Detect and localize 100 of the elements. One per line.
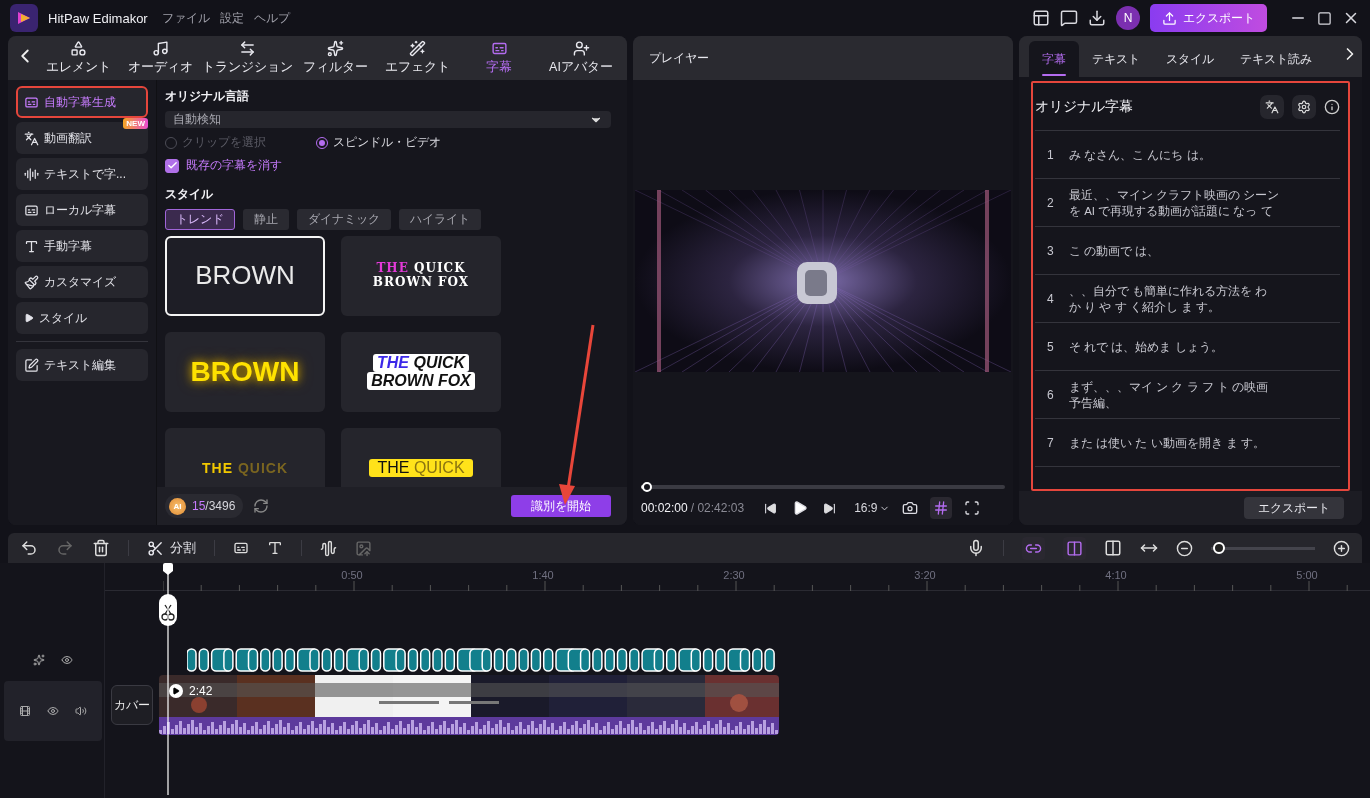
film-icon[interactable]	[19, 705, 31, 717]
aspect-ratio-dropdown[interactable]: 16:9	[854, 501, 891, 515]
settings-icon[interactable]	[1292, 94, 1316, 119]
export-button[interactable]: エクスポート	[1150, 4, 1267, 32]
feedback-icon[interactable]	[1060, 9, 1078, 27]
subtitle-text[interactable]: こ の動画で は、	[1068, 242, 1328, 259]
panel-tab[interactable]: 字幕	[1029, 41, 1079, 78]
line-number: 4	[1047, 291, 1055, 306]
panel-tab[interactable]: テキスト	[1079, 41, 1153, 78]
radio-option[interactable]: スピンドル・ビデオ	[316, 134, 441, 151]
subtitle-text[interactable]: まず、、、マイ ン ク ラ フ ト の映画 予告編、	[1068, 378, 1328, 411]
eye-icon[interactable]	[47, 705, 59, 717]
subtitles-icon[interactable]	[233, 540, 249, 556]
category-tab[interactable]: フィルター	[295, 40, 375, 76]
eye-icon[interactable]	[61, 654, 73, 666]
subtitle-text[interactable]: また は使い た い動画を開き ま す。	[1068, 434, 1328, 451]
zoom-thumb[interactable]	[1212, 542, 1225, 554]
checkbox[interactable]: 既存の字幕を消す	[165, 157, 611, 174]
progress-thumb[interactable]	[641, 482, 652, 492]
caret-icon	[24, 313, 34, 323]
sidebar-item[interactable]: 自動字幕生成	[16, 86, 148, 118]
style-preset[interactable]: THE QUICK BROWN FOX	[341, 332, 501, 412]
line-number: 7	[1047, 435, 1055, 450]
grid-icon[interactable]	[930, 497, 953, 519]
shapes-icon	[69, 40, 87, 57]
style-chip[interactable]: ダイナミック	[297, 209, 391, 230]
microphone-icon[interactable]	[967, 539, 985, 557]
language-dropdown[interactable]: 自動検知	[165, 111, 611, 128]
sparkle-icon[interactable]	[33, 654, 45, 666]
refresh-icon[interactable]	[253, 498, 270, 514]
category-tab[interactable]: エレメント	[38, 40, 118, 76]
split-button[interactable]: 分割	[147, 539, 196, 557]
zoom-out-icon[interactable]	[1176, 539, 1193, 557]
section-label: スタイル	[165, 186, 214, 203]
style-preset[interactable]: THE QUICK	[165, 428, 325, 487]
style-preset[interactable]: BROWN	[165, 236, 325, 316]
scissors-icon	[147, 539, 164, 557]
panel-tab[interactable]: スタイル	[1153, 41, 1227, 78]
translate-icon[interactable]	[1260, 94, 1284, 119]
audio-icon[interactable]	[320, 539, 337, 557]
menu-item[interactable]: ファイル	[161, 9, 210, 27]
subtitle-text[interactable]: そ れで は、始めま しょう。	[1068, 338, 1328, 355]
subtitle-text[interactable]: 最近、、マイン クラフト映画の シーン を AI で再現する動画が話題に なっ て	[1068, 186, 1328, 219]
edit-icon	[24, 357, 39, 373]
sidebar-item[interactable]: 手動字幕	[16, 230, 148, 262]
style-chip[interactable]: ハイライト	[399, 209, 481, 230]
link-icon[interactable]	[1022, 536, 1045, 560]
ruler-label: 5:00	[1296, 569, 1318, 581]
video-clip[interactable]: 2:42	[159, 675, 779, 735]
cover-button[interactable]: カバー	[111, 685, 153, 725]
redo-icon[interactable]	[56, 539, 74, 557]
category-tab[interactable]: 字幕	[459, 40, 539, 76]
style-preset[interactable]: THE QUICK BROWN FOX	[341, 236, 501, 316]
line-number: 1	[1047, 147, 1055, 162]
progress-track[interactable]	[641, 485, 1005, 489]
export-button[interactable]: エクスポート	[1244, 497, 1344, 520]
layout-icon[interactable]	[1032, 9, 1050, 27]
subtitle-text[interactable]: み なさん、こ んにち は。	[1068, 146, 1328, 163]
style-preset[interactable]: THE QUICK	[341, 428, 501, 487]
category-tab[interactable]: トランジション	[202, 40, 293, 76]
text-icon[interactable]	[267, 540, 283, 556]
panel-tab[interactable]: テキスト読み	[1227, 41, 1325, 78]
category-tab[interactable]: オーディオ	[120, 40, 200, 76]
menu-item[interactable]: 設定	[219, 9, 244, 27]
credits-counter: AI 15/3496	[165, 494, 244, 518]
user-avatar[interactable]: N	[1116, 6, 1140, 30]
sidebar-item[interactable]: テキストで字...	[16, 158, 148, 190]
style-preset[interactable]: BROWN	[165, 332, 325, 412]
arrows-icon	[239, 40, 256, 57]
captions-icon	[24, 94, 39, 110]
sidebar-item[interactable]: テキスト編集	[16, 349, 148, 381]
download-icon[interactable]	[1088, 9, 1106, 27]
style-chip[interactable]: トレンド	[165, 209, 235, 230]
subtitle-text[interactable]: 、、自分で も簡単に作れる方法を わ か り や す く紹介し ま す。	[1068, 282, 1328, 315]
ruler-label: 2:30	[723, 569, 745, 581]
upload-icon	[1162, 10, 1177, 26]
volume-icon[interactable]	[75, 705, 87, 717]
sidebar-item[interactable]: カスタマイズ	[16, 266, 148, 298]
start-button[interactable]: 識別を開始	[511, 495, 611, 517]
wand-icon	[408, 40, 426, 57]
maximize-icon[interactable]	[1317, 10, 1332, 26]
info-icon[interactable]	[1324, 98, 1340, 115]
subtitle-heading: オリジナル字幕	[1035, 97, 1133, 116]
line-number: 6	[1047, 387, 1055, 402]
zoom-in-icon[interactable]	[1333, 539, 1350, 557]
delete-icon[interactable]	[92, 539, 110, 557]
app-logo	[10, 4, 38, 32]
undo-icon[interactable]	[20, 539, 38, 557]
style-chip[interactable]: 静止	[243, 209, 289, 230]
playhead[interactable]	[162, 563, 174, 795]
split-view-icon[interactable]	[1104, 539, 1122, 557]
sidebar-item[interactable]: ローカル字幕	[16, 194, 148, 226]
menu-item[interactable]: ヘルプ	[253, 9, 290, 27]
ruler-label: 1:40	[532, 569, 554, 581]
panel-title: プレイヤー	[649, 49, 709, 67]
sidebar-item[interactable]: スタイル	[16, 302, 148, 334]
category-tab[interactable]: エフェクト	[377, 40, 457, 76]
line-number: 2	[1047, 195, 1055, 210]
image-upload-icon[interactable]	[355, 539, 372, 557]
category-tab[interactable]: AIアバター	[541, 40, 621, 76]
